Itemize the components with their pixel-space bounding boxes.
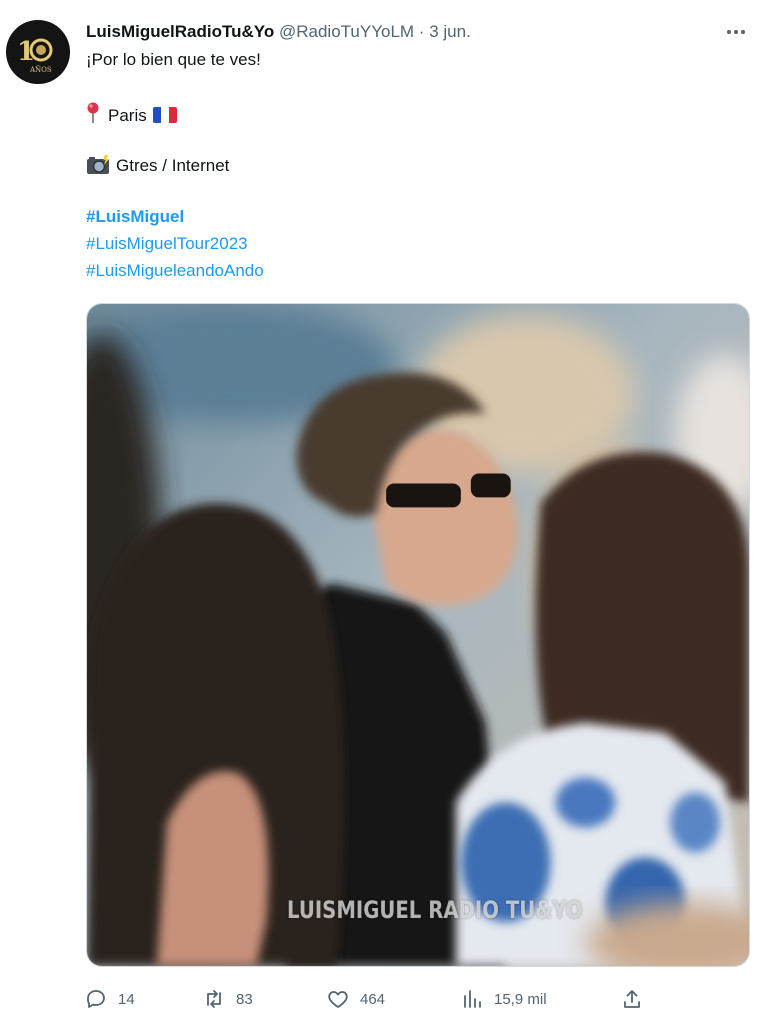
views-chart-icon: [464, 990, 481, 1008]
retweet-count: 83: [236, 990, 253, 1008]
tweet: 1 AÑOS LuisMiguelRadioTu&Yo @RadioTuYYoL…: [0, 0, 766, 1024]
svg-text:AÑOS: AÑOS: [29, 65, 52, 74]
heart-icon: [328, 991, 348, 1008]
avatar-logo: 1 AÑOS: [7, 21, 69, 83]
media-photo: [87, 304, 749, 966]
retweet-button[interactable]: 83: [202, 982, 253, 1016]
share-icon: [624, 990, 640, 1008]
camera-flash-icon: [86, 155, 110, 180]
avatar[interactable]: 1 AÑOS: [6, 20, 70, 84]
round-pushpin-icon: [86, 102, 100, 129]
location-line: Paris: [86, 102, 177, 129]
france-flag-icon: [152, 107, 177, 123]
tweet-media[interactable]: LUISMIGUEL RADIO TU&YO: [86, 303, 750, 967]
share-button[interactable]: [620, 982, 644, 1016]
hashtag-luismiguel[interactable]: #LuisMiguel: [86, 207, 184, 227]
more-options-icon[interactable]: [720, 18, 752, 46]
tweet-text: ¡Por lo bien que te ves!: [86, 50, 261, 69]
media-watermark: LUISMIGUEL RADIO TU&YO: [287, 896, 583, 924]
display-name[interactable]: LuisMiguelRadioTu&Yo: [86, 22, 274, 41]
credit-text: Gtres / Internet: [116, 156, 230, 175]
like-button[interactable]: 464: [326, 982, 385, 1016]
user-handle[interactable]: @RadioTuYYoLM: [279, 22, 414, 41]
tweet-header: LuisMiguelRadioTu&Yo @RadioTuYYoLM · 3 j…: [86, 22, 752, 46]
tweet-actions: 14 83 464 15,9 mil: [84, 982, 754, 1016]
hashtag-migueleando[interactable]: #LuisMigueleandoAndo: [86, 261, 264, 281]
retweet-icon: [207, 990, 221, 1008]
reply-count: 14: [118, 990, 135, 1008]
reply-icon: [87, 990, 105, 1008]
location-text: Paris: [108, 106, 147, 125]
like-count: 464: [360, 990, 386, 1008]
credit-line: Gtres / Internet: [86, 155, 229, 180]
tweet-date[interactable]: 3 jun.: [429, 22, 471, 41]
views-count: 15,9 mil: [494, 990, 547, 1008]
hashtag-tour[interactable]: #LuisMiguelTour2023: [86, 234, 248, 254]
separator-dot: ·: [418, 22, 425, 41]
views-button[interactable]: 15,9 mil: [460, 982, 547, 1016]
reply-button[interactable]: 14: [84, 982, 135, 1016]
